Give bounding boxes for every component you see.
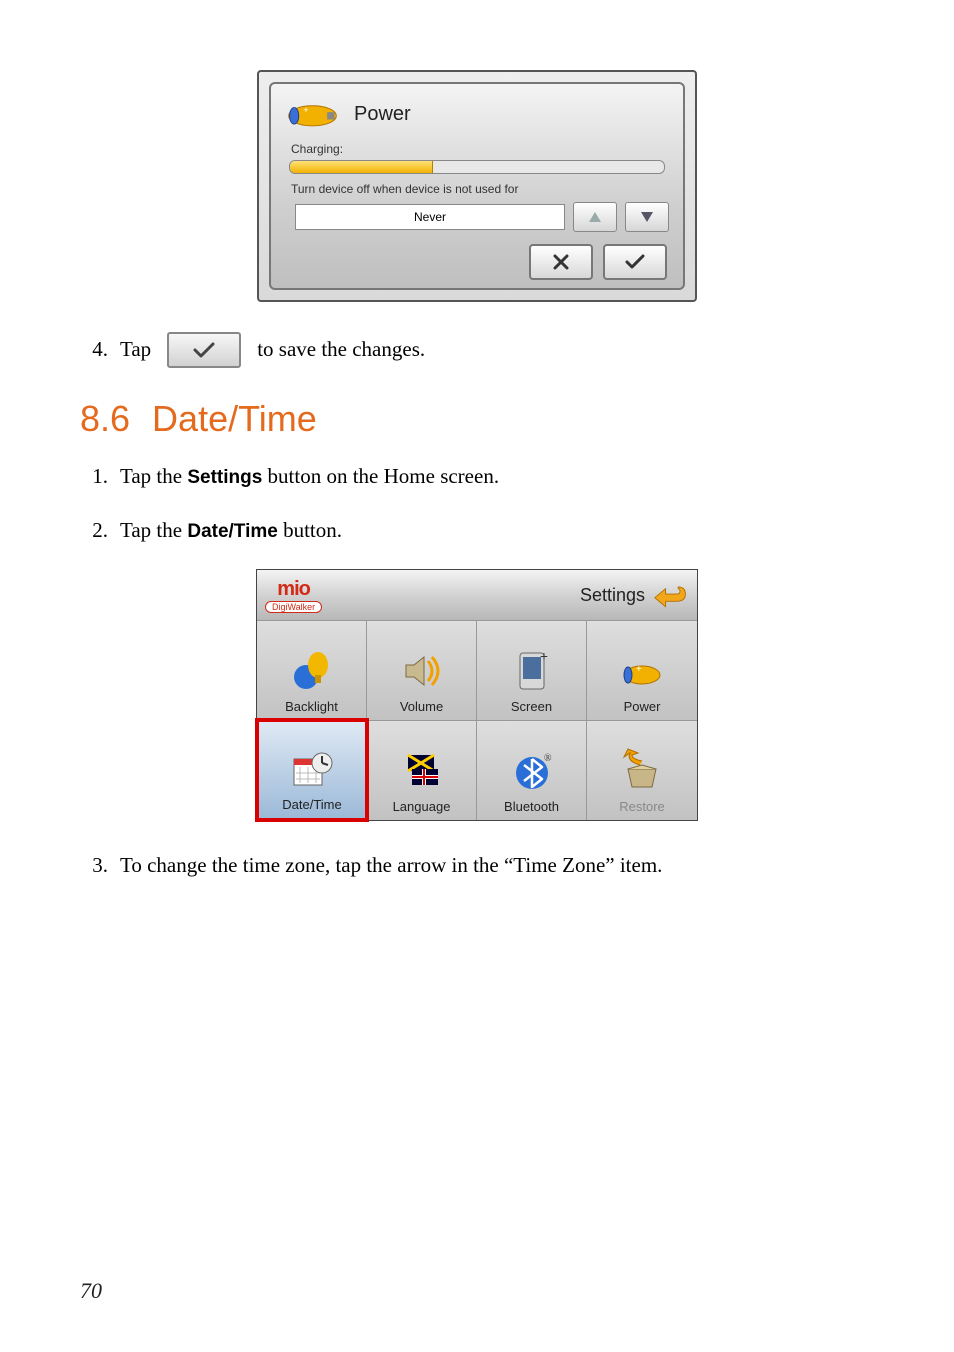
grid-label: Language <box>393 799 451 814</box>
battery-icon: + <box>618 647 666 695</box>
settings-item-backlight[interactable]: Backlight <box>257 620 367 720</box>
pda-icon: + <box>508 647 556 695</box>
cancel-button[interactable] <box>529 244 593 280</box>
grid-label: Date/Time <box>282 797 341 812</box>
bluetooth-icon: ® <box>508 747 556 795</box>
step-number: 2. <box>80 516 108 545</box>
power-screenshot: + Power Charging: Turn device off when d… <box>257 70 697 302</box>
timeout-combo[interactable]: Never <box>295 204 565 230</box>
charge-fill <box>290 161 433 173</box>
section-number: 8.6 <box>80 398 130 440</box>
box-arrow-icon <box>618 747 666 795</box>
power-title: Power <box>354 103 411 126</box>
grid-label: Power <box>624 699 661 714</box>
page-number: 70 <box>80 1278 102 1304</box>
svg-text:+: + <box>303 105 308 115</box>
settings-item-language[interactable]: Language <box>367 720 477 820</box>
settings-item-bluetooth[interactable]: ® Bluetooth <box>477 720 587 820</box>
step-text-before: Tap the <box>120 464 187 488</box>
bulb-icon <box>288 647 336 695</box>
step-bold: Settings <box>187 467 262 488</box>
logo-subtext: DigiWalker <box>265 601 322 613</box>
settings-title: Settings <box>580 585 645 606</box>
inline-check-button <box>167 332 241 368</box>
calendar-clock-icon <box>288 745 336 793</box>
step-number: 3. <box>80 851 108 880</box>
flags-icon <box>398 747 446 795</box>
step-number: 1. <box>80 462 108 491</box>
svg-text:+: + <box>540 650 548 665</box>
settings-item-screen[interactable]: + Screen <box>477 620 587 720</box>
step-text-before: Tap <box>120 335 151 364</box>
grid-label: Bluetooth <box>504 799 559 814</box>
settings-item-power[interactable]: + Power <box>587 620 697 720</box>
step-bold: Date/Time <box>187 521 277 542</box>
settings-item-volume[interactable]: Volume <box>367 620 477 720</box>
step-text-after: button on the Home screen. <box>262 464 499 488</box>
step-text-after: to save the changes. <box>257 335 425 364</box>
battery-icon: + <box>285 94 340 134</box>
charging-label: Charging: <box>291 142 669 156</box>
instruction-step-1: 1. Tap the Settings button on the Home s… <box>80 462 874 492</box>
combo-down-button[interactable] <box>625 202 669 232</box>
step-number: 4. <box>80 335 108 364</box>
svg-text:+: + <box>636 664 642 675</box>
grid-label: Screen <box>511 699 552 714</box>
settings-screenshot: mio DigiWalker Settings <box>256 569 698 821</box>
section-title: Date/Time <box>152 398 317 440</box>
svg-text:®: ® <box>544 753 552 764</box>
instruction-step-4: 4. Tap to save the changes. <box>80 332 874 368</box>
mio-logo: mio DigiWalker <box>265 578 322 613</box>
combo-up-button[interactable] <box>573 202 617 232</box>
step-text: To change the time zone, tap the arrow i… <box>120 851 662 880</box>
settings-item-restore[interactable]: Restore <box>587 720 697 820</box>
speaker-icon <box>398 647 446 695</box>
instruction-step-2: 2. Tap the Date/Time button. <box>80 516 874 546</box>
grid-label: Backlight <box>285 699 338 714</box>
instruction-step-3: 3. To change the time zone, tap the arro… <box>80 851 874 880</box>
turnoff-label: Turn device off when device is not used … <box>291 182 669 196</box>
step-text-before: Tap the <box>120 518 187 542</box>
settings-item-datetime[interactable]: Date/Time <box>255 718 369 822</box>
grid-label: Volume <box>400 699 443 714</box>
section-heading: 8.6 Date/Time <box>80 398 874 440</box>
back-arrow-icon[interactable] <box>653 580 689 610</box>
ok-button[interactable] <box>603 244 667 280</box>
step-text-after: button. <box>278 518 342 542</box>
charge-bar <box>289 160 665 174</box>
grid-label: Restore <box>619 799 665 814</box>
